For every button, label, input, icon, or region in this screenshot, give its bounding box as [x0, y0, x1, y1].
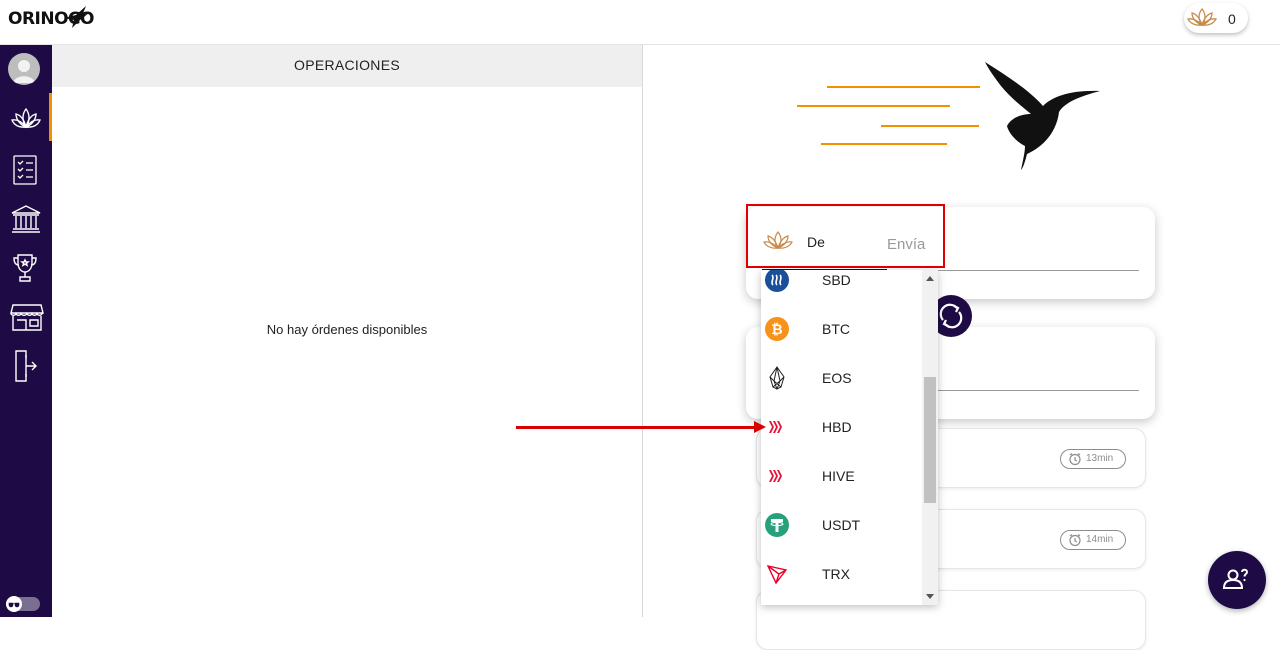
timer-text: 14min [1086, 534, 1114, 545]
dropdown-option-hbd[interactable]: HBD [761, 403, 921, 452]
svg-text:₿: ₿ [771, 322, 782, 338]
sidebar-item-exchange[interactable] [0, 99, 52, 139]
dropdown-option-usdt[interactable]: USDT [761, 501, 921, 550]
tron-icon [766, 565, 788, 585]
option-label: TRX [822, 566, 850, 582]
hive-icon [769, 470, 782, 482]
dropdown-option-trx[interactable]: TRX [761, 550, 921, 599]
annotation-arrow-head-icon [754, 421, 766, 433]
toggle-knob [6, 596, 22, 612]
user-silhouette-icon [13, 60, 35, 83]
dropdown-option-eos[interactable]: EOS [761, 354, 921, 403]
balance-chip[interactable]: 0 [1184, 3, 1248, 33]
dark-mode-toggle[interactable] [6, 596, 40, 612]
scroll-down-arrow-icon[interactable] [926, 594, 934, 599]
timer-text: 13min [1086, 453, 1114, 464]
sidebar-item-orders[interactable] [0, 148, 52, 188]
annotation-arrow-line [516, 426, 758, 429]
steem-icon [765, 270, 789, 292]
bitcoin-icon: ₿ [765, 317, 789, 341]
hummingbird-hero-icon [797, 62, 1100, 170]
option-label: HIVE [822, 468, 855, 484]
option-label: HBD [822, 419, 852, 435]
empty-orders-message: No hay órdenes disponibles [266, 322, 428, 337]
tether-icon [765, 513, 789, 537]
bank-icon [11, 205, 41, 233]
alarm-clock-icon [1069, 453, 1081, 466]
option-label: BTC [822, 321, 850, 337]
operations-panel: OPERACIONES No hay órdenes disponibles [52, 45, 643, 617]
operations-title: OPERACIONES [294, 57, 400, 73]
from-highlight-box[interactable] [746, 204, 945, 268]
sidebar [0, 45, 52, 617]
checklist-icon [13, 155, 37, 185]
option-label: USDT [822, 517, 861, 533]
alarm-clock-icon [1069, 534, 1081, 547]
sidebar-item-logout[interactable] [0, 343, 52, 383]
support-button[interactable] [1208, 551, 1266, 609]
option-label: SBD [822, 272, 851, 288]
eos-icon [769, 366, 785, 390]
timer-badge: 13min [1060, 449, 1126, 469]
timer-badge: 14min [1060, 530, 1126, 550]
dropdown-option-sbd[interactable]: SBD [761, 270, 921, 305]
lotus-icon [1187, 7, 1217, 27]
currency-dropdown[interactable]: SBD ₿ BTC EOS HBD HIVE USDT TRX [761, 270, 938, 605]
option-label: EOS [822, 370, 852, 386]
hive-icon [769, 421, 782, 433]
balance-value: 0 [1228, 11, 1236, 27]
scrollbar-thumb[interactable] [924, 377, 936, 503]
sidebar-item-rewards[interactable] [0, 246, 52, 286]
operations-header: OPERACIONES [52, 45, 642, 87]
top-bar: ORINOCO 0 [0, 0, 1280, 45]
dropdown-scrollbar[interactable] [922, 270, 938, 605]
trophy-icon [13, 254, 37, 282]
sidebar-item-bank[interactable] [0, 197, 52, 237]
sunglasses-icon [8, 602, 20, 608]
store-icon [10, 304, 44, 331]
scroll-up-arrow-icon[interactable] [926, 276, 934, 281]
avatar[interactable] [8, 53, 40, 85]
hummingbird-logo-icon [64, 6, 89, 28]
dropdown-option-btc[interactable]: ₿ BTC [761, 305, 921, 354]
dropdown-option-hive[interactable]: HIVE [761, 452, 921, 501]
lotus-icon [11, 107, 41, 129]
sidebar-item-store[interactable] [0, 295, 52, 335]
logout-icon [15, 350, 37, 382]
user-question-icon [1222, 568, 1249, 589]
